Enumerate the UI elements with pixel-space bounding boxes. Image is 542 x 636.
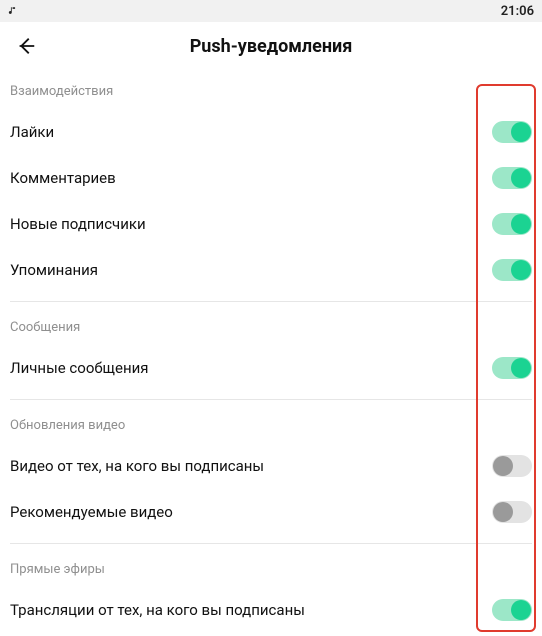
row-dm-label: Личные сообщения [10, 359, 149, 377]
tiktok-note-icon [8, 6, 18, 16]
back-button[interactable] [12, 32, 40, 60]
row-mentions-label: Упоминания [10, 261, 98, 279]
divider [10, 301, 532, 302]
section-messages-title: Сообщения [10, 306, 532, 345]
row-recommended: Рекомендуемые видео [10, 489, 532, 535]
toggle-live-broadcasts[interactable] [492, 599, 532, 621]
status-time: 21:06 [501, 4, 534, 19]
toggle-video-from-followed[interactable] [492, 455, 532, 477]
status-bar: 21:06 [0, 0, 542, 22]
row-live-broadcasts-label: Трансляции от тех, на кого вы подписаны [10, 601, 305, 619]
row-new-followers-label: Новые подписчики [10, 215, 146, 233]
row-live-broadcasts: Трансляции от тех, на кого вы подписаны [10, 587, 532, 633]
page-title: Push-уведомления [0, 36, 542, 57]
arrow-left-icon [15, 35, 37, 57]
divider [10, 543, 532, 544]
row-likes-label: Лайки [10, 123, 54, 141]
row-dm: Личные сообщения [10, 345, 532, 391]
toggle-likes[interactable] [492, 121, 532, 143]
section-video-updates-title: Обновления видео [10, 404, 532, 443]
row-video-from-followed-label: Видео от тех, на кого вы подписаны [10, 457, 264, 475]
row-likes: Лайки [10, 109, 532, 155]
divider [10, 399, 532, 400]
row-comments-label: Комментариев [10, 169, 116, 187]
section-live-title: Прямые эфиры [10, 548, 532, 587]
row-recommended-label: Рекомендуемые видео [10, 503, 173, 521]
toggle-dm[interactable] [492, 357, 532, 379]
row-video-from-followed: Видео от тех, на кого вы подписаны [10, 443, 532, 489]
row-mentions: Упоминания [10, 247, 532, 293]
toggle-new-followers[interactable] [492, 213, 532, 235]
section-interactions-title: Взаимодействия [10, 70, 532, 109]
row-new-followers: Новые подписчики [10, 201, 532, 247]
row-comments: Комментариев [10, 155, 532, 201]
settings-list: Взаимодействия Лайки Комментариев Новые … [0, 70, 542, 633]
toggle-comments[interactable] [492, 167, 532, 189]
header: Push-уведомления [0, 22, 542, 70]
toggle-mentions[interactable] [492, 259, 532, 281]
toggle-recommended[interactable] [492, 501, 532, 523]
